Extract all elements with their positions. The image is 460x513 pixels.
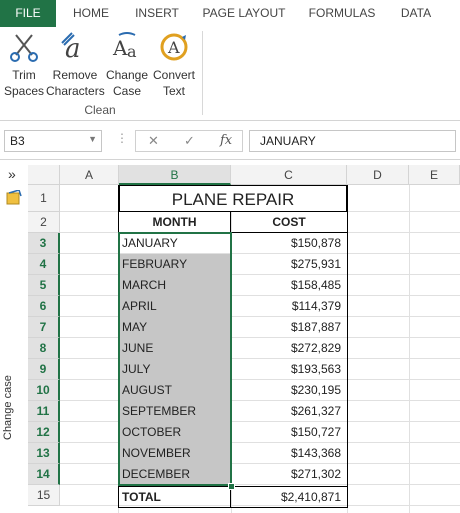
cost-cell[interactable]: $158,485 (231, 275, 347, 296)
cancel-icon[interactable]: ✕ (148, 133, 159, 149)
month-cell[interactable]: JULY (119, 359, 231, 380)
cost-cell[interactable]: $272,829 (231, 338, 347, 359)
column-header-e[interactable]: E (409, 165, 460, 185)
cost-cell[interactable]: $150,878 (231, 233, 347, 254)
month-cell[interactable]: MAY (119, 317, 231, 338)
name-box-value: B3 (10, 134, 25, 148)
chevron-down-icon[interactable]: ▼ (88, 134, 97, 144)
formula-input[interactable]: JANUARY (249, 130, 456, 152)
cost-header-cell[interactable]: COST (231, 212, 347, 233)
remove-characters-button[interactable]: a Remove Characters (46, 31, 105, 99)
month-cell[interactable]: SEPTEMBER (119, 401, 231, 422)
expand-pane-icon[interactable]: » (8, 166, 16, 182)
ribbon-panel: Trim Spaces a Remove Characters A a Chan… (0, 27, 460, 121)
column-header-b[interactable]: B (119, 165, 231, 185)
month-cell[interactable]: APRIL (119, 296, 231, 317)
cost-cell[interactable]: $187,887 (231, 317, 347, 338)
convert-text-label-2: Text (162, 84, 185, 98)
side-pane-title: Change case (2, 375, 14, 440)
month-cell[interactable]: JANUARY (119, 233, 231, 254)
row-header[interactable]: 7 (28, 317, 60, 338)
sheet-title-cell[interactable]: PLANE REPAIR (119, 185, 347, 212)
column-header-d[interactable]: D (347, 165, 409, 185)
formula-input-value: JANUARY (260, 134, 316, 148)
tab-home[interactable]: HOME (62, 0, 120, 27)
column-header-c[interactable]: C (231, 165, 347, 185)
formula-bar: B3 ▼ ⋮ ✕ ✓ fx JANUARY (0, 121, 460, 160)
tab-file[interactable]: FILE (0, 0, 56, 27)
change-case-label-2: Case (112, 84, 141, 98)
trim-spaces-button[interactable]: Trim Spaces (2, 31, 46, 99)
column-header-a[interactable]: A (60, 165, 119, 185)
month-cell[interactable]: DECEMBER (119, 464, 231, 485)
month-cell[interactable]: NOVEMBER (119, 443, 231, 464)
svg-text:a: a (127, 42, 137, 61)
convert-text-button[interactable]: A Convert Text (150, 31, 198, 99)
row-header[interactable]: 13 (28, 443, 60, 464)
month-cell[interactable]: OCTOBER (119, 422, 231, 443)
row-header[interactable]: 15 (28, 485, 60, 506)
total-label-cell[interactable]: TOTAL (119, 486, 231, 507)
cost-cell[interactable]: $143,368 (231, 443, 347, 464)
month-cell[interactable]: JUNE (119, 338, 231, 359)
remove-characters-icon: a (61, 32, 81, 63)
change-case-icon: A a (112, 32, 137, 61)
row-header[interactable]: 5 (28, 275, 60, 296)
row-header[interactable]: 14 (28, 464, 60, 485)
row-header[interactable]: 3 (28, 233, 60, 254)
scissors-icon (10, 34, 38, 62)
ribbon-group-divider (202, 31, 203, 115)
cost-cell[interactable]: $150,727 (231, 422, 347, 443)
insert-function-icon[interactable]: fx (220, 133, 232, 148)
svg-text:A: A (112, 36, 128, 60)
name-box[interactable]: B3 ▼ (4, 130, 102, 152)
row-header[interactable]: 12 (28, 422, 60, 443)
cost-cell[interactable]: $271,302 (231, 464, 347, 485)
total-value-cell[interactable]: $2,410,871 (231, 486, 347, 507)
row-header[interactable]: 1 (28, 185, 60, 212)
convert-text-label-1: Convert (152, 68, 196, 82)
tab-insert[interactable]: INSERT (126, 0, 188, 27)
ribbon-tab-bar: FILE HOME INSERT PAGE LAYOUT FORMULAS DA… (0, 0, 460, 27)
month-cell[interactable]: MARCH (119, 275, 231, 296)
row-header[interactable]: 9 (28, 359, 60, 380)
row-header[interactable]: 11 (28, 401, 60, 422)
tab-formulas[interactable]: FORMULAS (302, 0, 382, 27)
month-cell[interactable]: AUGUST (119, 380, 231, 401)
remove-characters-label-2: Characters (46, 84, 105, 98)
cost-cell[interactable]: $114,379 (231, 296, 347, 317)
row-header[interactable]: 4 (28, 254, 60, 275)
clean-group-label: Clean (84, 103, 116, 117)
row-header[interactable]: 6 (28, 296, 60, 317)
trim-spaces-label-1: Trim (12, 68, 36, 82)
enter-icon[interactable]: ✓ (184, 133, 195, 149)
change-case-button[interactable]: A a Change Case (104, 31, 150, 99)
row-header[interactable]: 2 (28, 212, 60, 233)
tab-data[interactable]: DATA (390, 0, 442, 27)
change-case-label-1: Change (105, 68, 149, 82)
formula-bar-grip-icon[interactable]: ⋮ (116, 131, 128, 145)
add-in-icon[interactable] (5, 190, 23, 206)
select-all-corner[interactable] (28, 165, 60, 185)
row-header[interactable]: 8 (28, 338, 60, 359)
row-header[interactable]: 10 (28, 380, 60, 401)
trim-spaces-label-2: Spaces (3, 84, 45, 98)
tab-page-layout[interactable]: PAGE LAYOUT (196, 0, 292, 27)
change-case-side-pane: » Change case (0, 160, 28, 513)
fill-handle[interactable] (228, 483, 235, 490)
month-cell[interactable]: FEBRUARY (119, 254, 231, 275)
svg-text:A: A (167, 38, 180, 57)
month-header-cell[interactable]: MONTH (119, 212, 231, 233)
cost-cell[interactable]: $230,195 (231, 380, 347, 401)
cost-cell[interactable]: $261,327 (231, 401, 347, 422)
formula-buttons: ✕ ✓ fx (135, 130, 243, 152)
cost-cell[interactable]: $275,931 (231, 254, 347, 275)
cost-cell[interactable]: $193,563 (231, 359, 347, 380)
convert-text-icon: A (160, 33, 188, 61)
remove-characters-label-1: Remove (52, 68, 98, 82)
